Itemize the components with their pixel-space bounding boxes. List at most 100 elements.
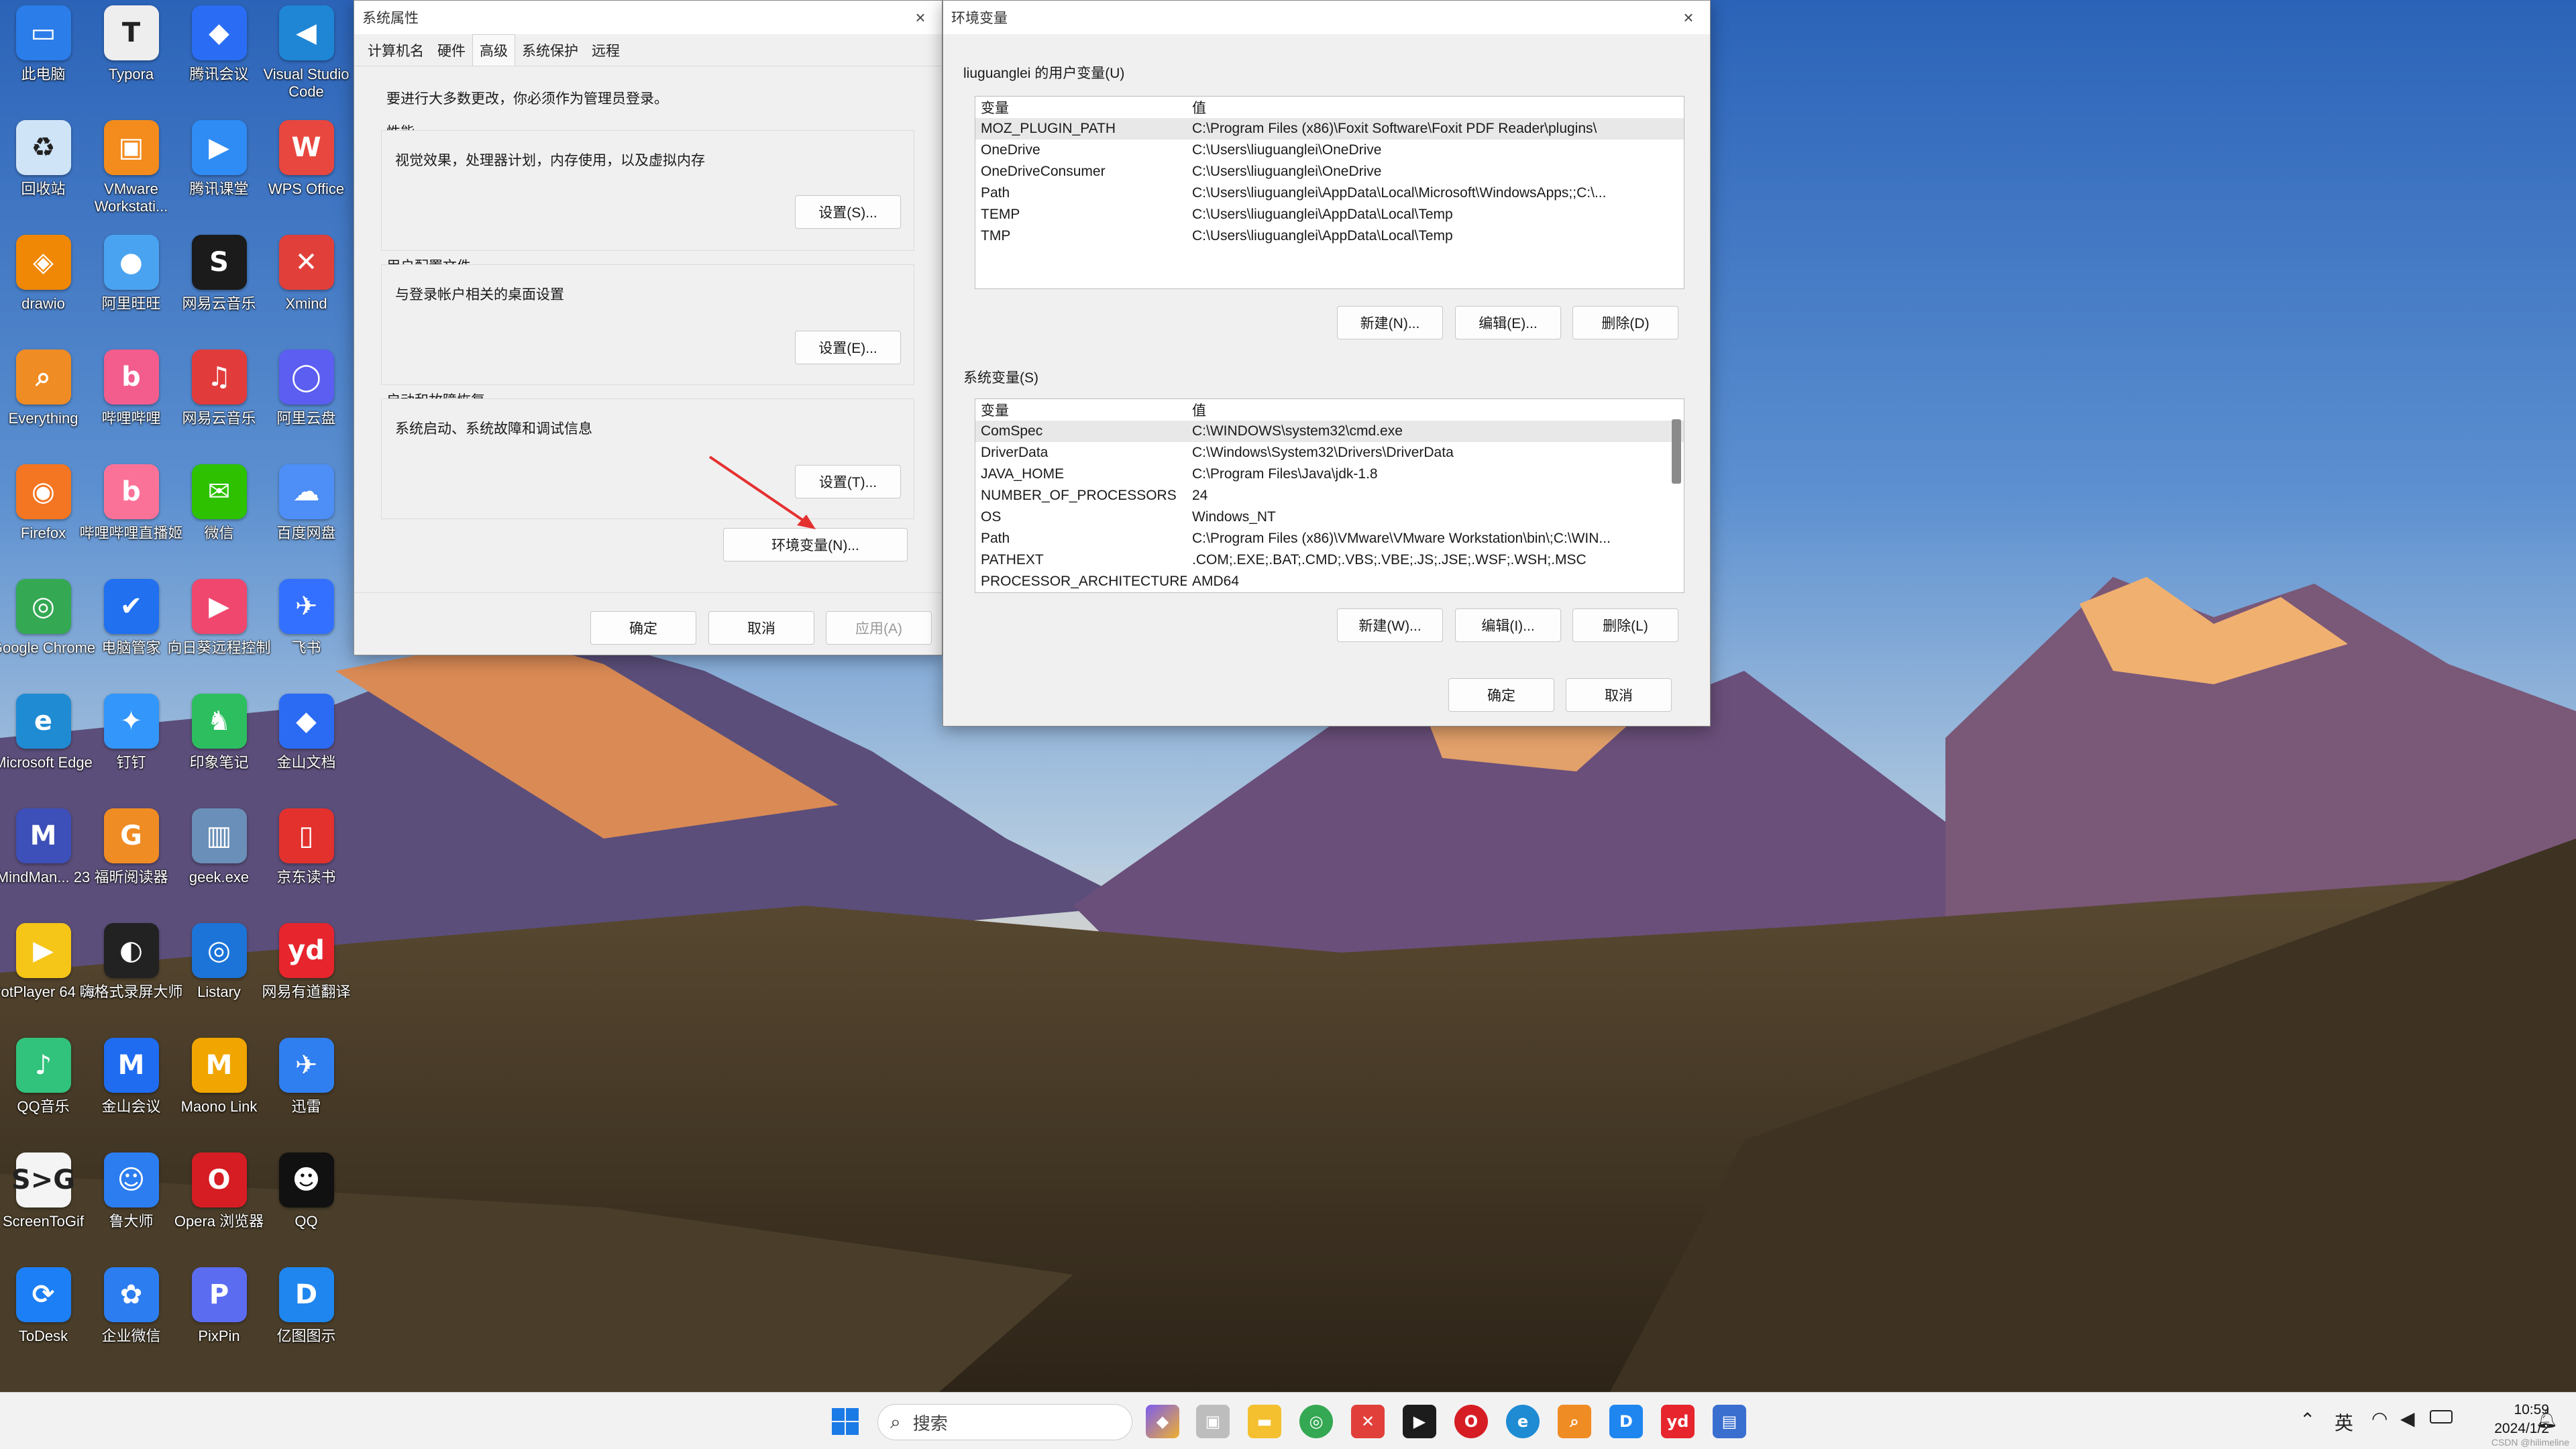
user-profiles-settings-button[interactable]: 设置(E)... (795, 331, 901, 364)
desktop-icon-label: WPS Office (268, 180, 345, 197)
table-row[interactable]: OneDriveConsumer C:\Users\liuguanglei\One… (975, 161, 1684, 182)
desktop-icon-label: 百度网盘 (276, 525, 336, 541)
table-row[interactable]: OS Windows_NT (975, 506, 1684, 528)
desktop-icon[interactable]: ▯ 京东读书 (251, 808, 362, 886)
variable-name-cell: TMP (981, 228, 1011, 244)
desktop-icon[interactable]: ☁ 百度网盘 (251, 464, 362, 542)
cancel-button[interactable]: 取消 (1566, 678, 1672, 712)
table-row[interactable]: PATHEXT .COM;.EXE;.BAT;.CMD;.VBS;.VBE;.JS… (975, 549, 1684, 571)
table-row[interactable]: DriverData C:\Windows\System32\Drivers\Dr… (975, 442, 1684, 464)
ok-button[interactable]: 确定 (1448, 678, 1554, 712)
column-header-value[interactable]: 值 (1187, 400, 1684, 420)
variable-name-cell: OS (981, 509, 1002, 525)
desktop-icon-label: ScreenToGif (2, 1213, 85, 1230)
admin-note: 要进行大多数更改，你必须作为管理员登录。 (386, 91, 668, 107)
tab-computer-name[interactable]: 计算机名 (361, 35, 431, 66)
desktop-icon-label: 金山文档 (276, 754, 336, 771)
edraw-icon[interactable]: D (1609, 1405, 1643, 1438)
table-row[interactable]: NUMBER_OF_PROCESSORS 24 (975, 485, 1684, 506)
column-header-value[interactable]: 值 (1187, 97, 1684, 117)
everything-icon[interactable]: ⌕ (1558, 1405, 1591, 1438)
system-properties-titlebar[interactable]: 系统属性 × (354, 1, 942, 34)
chevron-up-icon[interactable]: ⌃ (2300, 1409, 2315, 1431)
variable-name-cell: MOZ_PLUGIN_PATH (981, 121, 1116, 136)
table-row[interactable]: PROCESSOR_ARCHITECTURE AMD64 (975, 571, 1684, 592)
desktop-icon[interactable]: ✕ Xmind (251, 235, 362, 313)
table-row[interactable]: OneDrive C:\Users\liuguanglei\OneDrive (975, 140, 1684, 161)
user-variables-list[interactable]: 变量 值 MOZ_PLUGIN_PATH C:\Program Files (x8… (975, 96, 1684, 289)
remote-desktop-icon[interactable]: ▤ (1713, 1405, 1746, 1438)
opera-icon[interactable]: O (1454, 1405, 1488, 1438)
desktop-icon-label: 腾讯会议 (189, 66, 249, 83)
desktop-icon[interactable]: D 亿图图示 (251, 1267, 362, 1345)
app-icon: P (191, 1267, 247, 1322)
tab-system-protection[interactable]: 系统保护 (515, 35, 585, 66)
search-box[interactable]: ⌕ 搜索 (877, 1404, 1132, 1440)
desktop-icon[interactable]: yd 网易有道翻译 (251, 923, 362, 1001)
xmind-icon[interactable]: ✕ (1351, 1405, 1385, 1438)
notification-icon[interactable]: 🔔︎ (2536, 1409, 2558, 1430)
ime-indicator[interactable]: 英 (2334, 1409, 2353, 1436)
user-edit-button[interactable]: 编辑(E)... (1455, 306, 1561, 339)
task-view-icon[interactable]: ▣ (1196, 1405, 1230, 1438)
desktop-icon[interactable]: ◯ 阿里云盘 (251, 350, 362, 427)
volume-icon[interactable]: ◀ (2400, 1407, 2415, 1430)
app-icon: ▥ (191, 808, 247, 863)
file-explorer-icon[interactable]: ▬ (1248, 1405, 1281, 1438)
desktop-icon-label: 此电脑 (21, 66, 66, 83)
table-row[interactable]: ComSpec C:\WINDOWS\system32\cmd.exe (975, 421, 1684, 442)
column-header-variable[interactable]: 变量 (975, 97, 1187, 117)
watermark: CSDN @hilimeline (2491, 1437, 2569, 1448)
system-new-button[interactable]: 新建(W)... (1337, 608, 1443, 642)
start-button[interactable] (828, 1405, 862, 1438)
table-row[interactable]: JAVA_HOME C:\Program Files\Java\jdk-1.8 (975, 464, 1684, 485)
user-delete-button[interactable]: 删除(D) (1572, 306, 1678, 339)
wifi-icon[interactable]: ◠ (2371, 1407, 2387, 1430)
desktop-icon[interactable]: ✈ 迅雷 (251, 1038, 362, 1116)
tab-remote[interactable]: 远程 (585, 35, 627, 66)
environment-variables-titlebar[interactable]: 环境变量 × (943, 1, 1710, 34)
performance-settings-button[interactable]: 设置(S)... (795, 195, 901, 229)
cancel-button[interactable]: 取消 (708, 611, 814, 645)
system-properties-title: 系统属性 (362, 11, 419, 26)
close-icon[interactable]: × (907, 7, 934, 28)
desktop-icon-label: 鲁大师 (109, 1213, 154, 1230)
system-edit-button[interactable]: 编辑(I)... (1455, 608, 1561, 642)
video-icon[interactable]: ▶ (1403, 1405, 1436, 1438)
desktop-icon[interactable]: ☻ QQ (251, 1152, 362, 1230)
desktop-icon[interactable]: ◆ 金山文档 (251, 694, 362, 771)
copilot-icon[interactable]: ◆ (1146, 1405, 1179, 1438)
chrome-icon[interactable]: ◎ (1299, 1405, 1333, 1438)
variable-value-cell: C:\Users\liuguanglei\AppData\Local\Temp (1192, 228, 1453, 244)
annotation-arrow (708, 455, 816, 529)
table-row[interactable]: TEMP C:\Users\liuguanglei\AppData\Local\T… (975, 204, 1684, 225)
table-row[interactable]: MOZ_PLUGIN_PATH C:\Program Files (x86)\Fo… (975, 118, 1684, 140)
tab-advanced[interactable]: 高级 (472, 34, 515, 66)
desktop-icon[interactable]: ◀ Visual Studio Code (251, 5, 362, 101)
tab-hardware[interactable]: 硬件 (431, 35, 472, 66)
app-icon: ▭ (15, 5, 71, 60)
system-variables-rows: ComSpec C:\WINDOWS\system32\cmd.exe Driver… (975, 421, 1684, 592)
youdao-icon[interactable]: yd (1661, 1405, 1695, 1438)
desktop-icon[interactable]: ✈ 飞书 (251, 579, 362, 657)
variable-name-cell: PATHEXT (981, 552, 1044, 568)
table-row[interactable]: TMP C:\Users\liuguanglei\AppData\Local\Te… (975, 225, 1684, 247)
search-icon: ⌕ (890, 1411, 901, 1432)
table-row[interactable]: Path C:\Users\liuguanglei\AppData\Local\M… (975, 182, 1684, 204)
system-delete-button[interactable]: 删除(L) (1572, 608, 1678, 642)
desktop-icon-label: 微信 (204, 525, 234, 541)
system-variables-scrollbar[interactable] (1672, 419, 1681, 484)
apply-button[interactable]: 应用(A) (826, 611, 932, 645)
edge-icon[interactable]: e (1506, 1405, 1540, 1438)
app-icon: ◉ (15, 464, 71, 519)
battery-icon[interactable] (2430, 1410, 2453, 1424)
desktop-icon[interactable]: W WPS Office (251, 120, 362, 198)
ok-button[interactable]: 确定 (590, 611, 696, 645)
table-row[interactable]: Path C:\Program Files (x86)\VMware\VMware… (975, 528, 1684, 549)
desktop-icon-label: 网易云音乐 (182, 410, 256, 427)
system-variables-list[interactable]: 变量 值 ComSpec C:\WINDOWS\system32\cmd.exe D… (975, 398, 1684, 593)
close-icon[interactable]: × (1675, 7, 1702, 28)
user-new-button[interactable]: 新建(N)... (1337, 306, 1443, 339)
desktop-icon-label: QQ音乐 (17, 1098, 70, 1115)
column-header-variable[interactable]: 变量 (975, 400, 1187, 420)
